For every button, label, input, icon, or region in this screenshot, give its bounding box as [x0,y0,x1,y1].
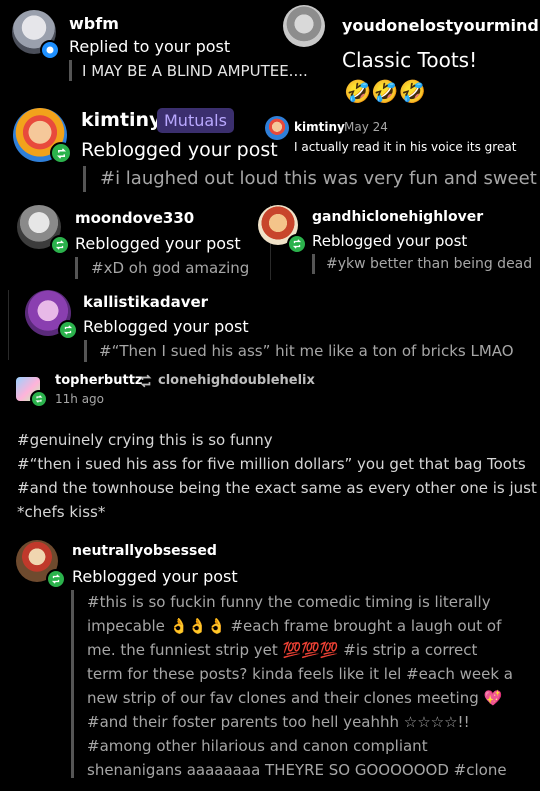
quote-bar [84,340,87,362]
username[interactable]: topherbuttz [55,373,143,388]
timestamp: May 24 [344,120,388,134]
reblog-icon [46,569,66,589]
reblog-icon [140,374,152,388]
tag-line[interactable]: *chefs kiss* [17,500,537,524]
action-text: Reblogged your post [312,232,468,250]
quote-text: I MAY BE A BLIND AMPUTEE.... [82,62,308,80]
avatar[interactable] [283,5,325,47]
reblog-icon [58,320,78,340]
action-text: Replied to your post [69,37,231,56]
tag-line[interactable]: #genuinely crying this is so funny [17,428,537,452]
quote-bar [71,590,74,778]
quote-bar [83,166,86,192]
quote-line: #this is so fuckin funny the comedic tim… [87,593,491,611]
quote-line: new strip of our fav clones and their cl… [87,689,503,707]
reply-text: I actually read it in his voice its grea… [294,140,517,154]
avatar[interactable] [265,116,289,140]
mutuals-badge: Mutuals [157,108,234,133]
quote-line: #and their foster parents too hell yeahh… [87,713,470,731]
username[interactable]: kimtiny [81,109,161,131]
action-text: Reblogged your post [81,139,278,161]
action-text: Reblogged your post [72,567,238,586]
username[interactable]: neutrallyobsessed [72,543,217,559]
reblog-icon [50,235,70,255]
username[interactable]: youdonelostyourmind [342,16,539,35]
quote-line: me. the funniest strip yet 💯💯💯 #is strip… [87,641,478,659]
quote-line: #among other hilarious and canon complia… [87,737,428,755]
timestamp: 11h ago [55,392,105,406]
separator-line [8,290,9,360]
username[interactable]: moondove330 [75,209,194,227]
quote-line: term for these posts? kinda feels like i… [87,665,513,683]
quote-text: #xD oh god amazing [91,259,250,277]
quote-line: shenanigans aaaaaaaa THEYRE SO GOOOOOOD … [87,761,507,779]
quote-bar [75,257,78,279]
username[interactable]: kallistikadaver [83,293,208,311]
reblog-icon [30,390,48,408]
quote-text: #ykw better than being dead [326,256,533,272]
quote-bar [312,254,315,274]
reply-emoji: 🤣🤣🤣 [344,80,427,105]
quote-text: #this is so fuckin funny the comedic tim… [87,590,513,782]
quote-text: #“Then I sued his ass” hit me like a ton… [99,342,514,360]
action-text: Reblogged your post [75,234,241,253]
quote-text: #i laughed out loud this was very fun an… [100,168,537,189]
tag-line[interactable]: #“then i sued his ass for five million d… [17,452,537,476]
username[interactable]: kimtiny [294,120,345,134]
action-text: Reblogged your post [83,317,249,336]
tag-line[interactable]: #and the townhouse being the exact same … [17,476,537,500]
reblog-icon [287,234,307,254]
quote-line: impecable 👌👌👌 #each frame brought a laug… [87,617,502,635]
post-tags: #genuinely crying this is so funny #“the… [17,428,537,524]
reblog-icon [50,142,72,164]
reblogged-from-username[interactable]: clonehighdoublehelix [158,373,315,388]
reply-icon [40,40,60,60]
username[interactable]: wbfm [69,14,119,33]
username[interactable]: gandhiclonehighlover [312,209,483,225]
quote-bar [69,60,72,81]
reply-text: Classic Toots! [342,48,478,72]
